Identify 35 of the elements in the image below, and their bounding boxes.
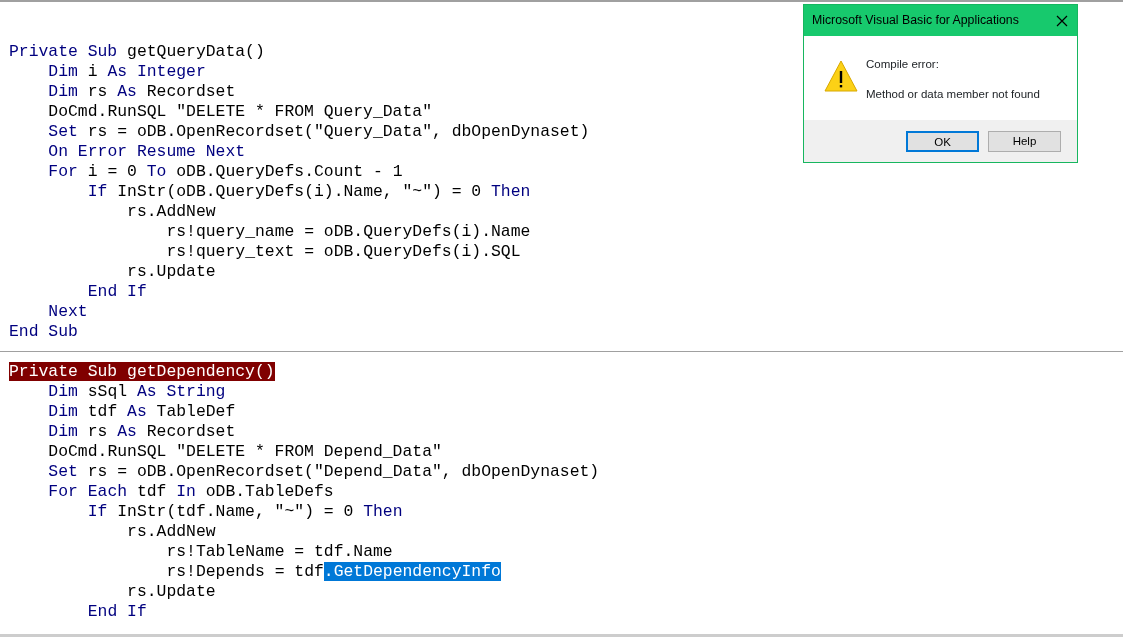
code-line: DoCmd.RunSQL "DELETE * FROM Query_Data" [48,102,432,121]
code-line: For Each tdf In oDB.TableDefs [48,482,334,501]
code-line: End If [87,282,147,301]
code-line: End If [87,602,147,621]
code-line: rs.Update [127,582,216,601]
code-line: Set rs = oDB.OpenRecordset("Depend_Data", dbOpenDynaset) [48,462,600,481]
code-line: rs!query_name = oDB.QueryDefs(i).Name [166,222,531,241]
code-line: rs.AddNew [127,202,216,221]
code-line: On Error Resume Next [48,142,246,161]
code-line: Dim sSql As String [48,382,226,401]
window-title: Microsoft Visual Basic for Applications [812,12,1019,30]
code-line: rs!TableName = tdf.Name [166,542,393,561]
code-line: Set rs = oDB.OpenRecordset("Query_Data", dbOpenDynaset) [48,122,590,141]
code-line: For i = 0 To oDB.QueryDefs.Count - 1 [48,162,403,181]
code-line: Dim rs As Recordset [48,422,236,441]
code-line: If InStr(oDB.QueryDefs(i).Name, "~") = 0 Then [87,182,531,201]
code-line: End Sub [9,322,78,341]
error-heading: Compile error: [866,57,940,72]
code-line: rs.AddNew [127,522,216,541]
close-icon[interactable] [1056,14,1068,27]
code-line: Private Sub getQueryData() [9,42,265,61]
code-line: If InStr(tdf.Name, "~") = 0 Then [87,502,403,521]
warning-icon [824,60,858,92]
help-button[interactable]: Help [988,130,1061,152]
code-line: DoCmd.RunSQL "DELETE * FROM Depend_Data" [48,442,442,461]
code-line: rs.Update [127,262,216,281]
code-line: rs!Depends = tdf.GetDependencyInfo [166,562,501,581]
code-line: rs!query_text = oDB.QueryDefs(i).SQL [166,242,521,261]
code-line: Dim rs As Recordset [48,82,236,101]
ok-button[interactable]: OK [906,130,979,152]
error-message: Method or data member not found [866,87,1040,103]
horizontal-scrollbar[interactable] [0,634,1123,637]
code-line: Next [48,302,88,321]
code-line: Dim tdf As TableDef [48,402,236,421]
code-line: Dim i As Integer [48,62,206,81]
